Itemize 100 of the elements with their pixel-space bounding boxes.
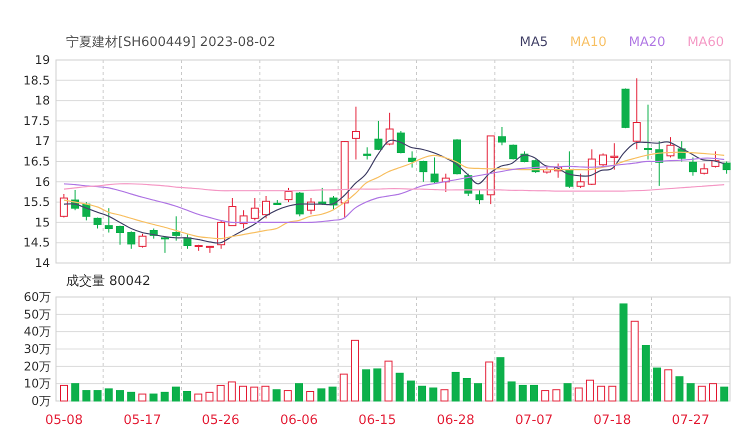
volume-bar	[94, 390, 102, 402]
candlestick	[576, 173, 585, 188]
volume-bar	[675, 376, 684, 402]
candlestick	[71, 189, 80, 211]
volume-bar	[82, 390, 90, 402]
candlestick	[666, 136, 674, 158]
volume-bar	[295, 383, 303, 402]
candlestick	[273, 200, 282, 206]
volume-bar	[150, 394, 158, 402]
candlestick	[104, 208, 113, 234]
axis-tick-label: 16.5	[23, 154, 50, 168]
volume-bar	[474, 383, 482, 402]
volume-bar	[138, 394, 146, 402]
candlestick	[116, 225, 124, 246]
candlestick	[228, 198, 236, 226]
axis-tick-label: 16	[34, 174, 50, 189]
volume-bar	[720, 386, 728, 402]
legend-label: MA60	[687, 36, 724, 49]
volume-bar	[116, 390, 124, 402]
volume-bar	[183, 390, 192, 402]
candlestick	[206, 245, 214, 254]
candlestick	[307, 198, 315, 215]
axis-tick-label: 10万	[24, 376, 51, 391]
candlestick	[183, 234, 192, 250]
volume-bar	[530, 384, 538, 402]
axis-tick-label: 17.5	[23, 114, 50, 128]
volume-bar	[328, 386, 337, 402]
axis-tick-label: 0万	[31, 394, 51, 408]
candlestick	[565, 150, 574, 188]
volume-bar	[564, 383, 572, 402]
volume-bar	[317, 388, 326, 402]
axis-tick-label: 14	[34, 256, 50, 270]
candlestick	[588, 148, 596, 186]
legend-label: MA5	[520, 36, 548, 49]
candlestick	[722, 161, 731, 174]
candlestick	[442, 173, 450, 192]
volume-bar	[686, 383, 695, 402]
volume-bar	[406, 380, 415, 402]
candlestick	[329, 196, 338, 211]
axis-tick-label: 06-06	[280, 413, 318, 428]
volume-bar	[205, 392, 214, 402]
candlestick	[94, 217, 102, 229]
chart-title: 宁夏建材[SH600449] 2023-08-02	[66, 36, 276, 49]
volume-bar	[239, 386, 248, 402]
volume-bar	[71, 383, 80, 402]
volume-bar	[228, 381, 236, 402]
candlestick	[396, 130, 405, 154]
axis-tick-label: 06-28	[436, 413, 475, 428]
candlestick	[453, 138, 462, 175]
candlestick	[250, 198, 259, 221]
volume-bar	[709, 383, 718, 402]
candlestick	[700, 163, 708, 175]
volume-bar	[440, 389, 448, 402]
axis-tick-label: 18	[34, 94, 50, 108]
candlestick	[217, 220, 226, 250]
volume-bar	[418, 386, 426, 402]
candlestick	[610, 142, 618, 170]
volume-bar	[60, 384, 68, 402]
candlestick	[554, 163, 562, 178]
candlestick	[509, 144, 518, 160]
axis-tick-label: 06-15	[358, 413, 396, 428]
volume-bar	[272, 389, 281, 402]
candlestick	[711, 150, 720, 168]
candlestick	[655, 140, 664, 186]
candlestick	[644, 104, 652, 160]
candlestick	[408, 150, 416, 168]
candlestick	[386, 112, 394, 146]
axis-tick-label: 19	[34, 53, 50, 67]
volume-bar	[664, 369, 672, 402]
volume-label: 成交量 80042	[66, 274, 150, 288]
candlestick	[318, 187, 326, 206]
volume-bar	[127, 392, 136, 402]
candlestick	[262, 196, 270, 219]
volume-bar	[216, 384, 225, 402]
axis-tick-label: 05-17	[123, 413, 162, 428]
candlestick	[419, 160, 428, 182]
volume-bar	[373, 368, 382, 402]
axis-tick-label: 50万	[24, 307, 51, 322]
candlestick	[194, 244, 203, 252]
candlestick	[476, 189, 484, 205]
candlestick	[622, 88, 630, 129]
candlestick	[240, 210, 248, 229]
volume-bar	[586, 380, 594, 402]
candlestick	[520, 150, 528, 163]
candlestick	[542, 165, 551, 174]
axis-tick-label: 15.5	[23, 195, 50, 210]
axis-tick-label: 18.5	[23, 73, 50, 88]
volume-bar	[340, 374, 348, 402]
candlestick	[138, 233, 146, 248]
candlestick	[284, 187, 293, 203]
candlestick	[150, 228, 158, 240]
volume-bar	[250, 386, 258, 402]
volume-bar	[160, 392, 169, 402]
axis-tick-label: 60万	[24, 292, 51, 304]
candlestick	[82, 202, 90, 221]
volume-bar	[462, 378, 471, 402]
candlestick	[127, 230, 136, 250]
axis-tick-label: 05-26	[202, 413, 240, 428]
volume-bar	[698, 386, 706, 402]
axis-tick-label: 07-18	[593, 413, 632, 428]
